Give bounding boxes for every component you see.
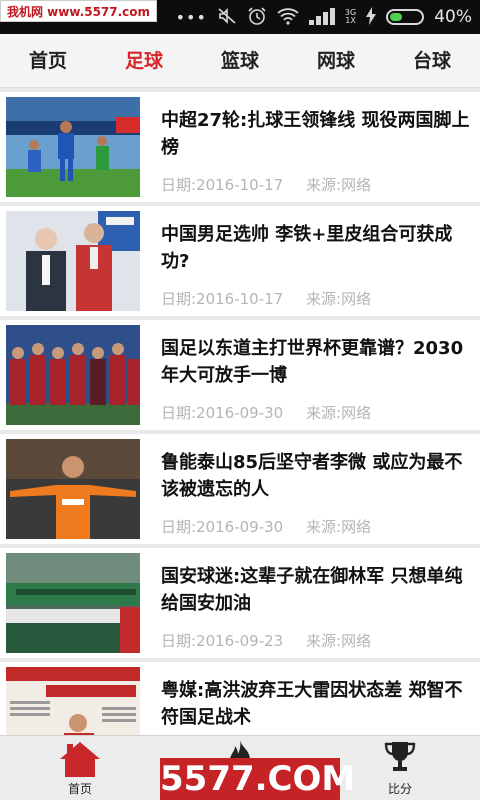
bottom-nav-home[interactable]: 首页 xyxy=(30,736,130,800)
news-item[interactable]: 中超27轮:扎球王领锋线 现役两国脚上榜 日期:2016-10-17 来源:网络 xyxy=(0,92,480,202)
news-source: 来源:网络 xyxy=(306,290,372,308)
status-icons: ••• 3G 1X 40% xyxy=(176,0,472,34)
news-item[interactable]: 粤媒:高洪波弃王大雷因状态差 郑智不符国足战术 xyxy=(0,662,480,735)
news-source: 来源:网络 xyxy=(306,632,372,650)
news-meta: 日期:2016-09-30 来源:网络 xyxy=(161,516,389,537)
news-thumbnail xyxy=(6,553,140,653)
tab-billiards[interactable]: 台球 xyxy=(384,34,480,87)
tab-tennis[interactable]: 网球 xyxy=(288,34,384,87)
news-thumbnail xyxy=(6,211,140,311)
battery-percent: 40% xyxy=(434,7,472,27)
news-item[interactable]: 中国男足选帅 李铁+里皮组合可获成功? 日期:2016-10-17 来源:网络 xyxy=(0,206,480,316)
news-meta: 日期:2016-10-17 来源:网络 xyxy=(161,288,389,309)
news-title: 粤媒:高洪波弃王大雷因状态差 郑智不符国足战术 xyxy=(161,680,463,728)
news-list: 中超27轮:扎球王领锋线 现役两国脚上榜 日期:2016-10-17 来源:网络… xyxy=(0,88,480,735)
news-item[interactable]: 国足以东道主打世界杯更靠谱？2030年大可放手一博 日期:2016-09-30 … xyxy=(0,320,480,430)
home-icon xyxy=(60,742,100,777)
news-meta: 日期:2016-09-23 来源:网络 xyxy=(161,630,389,651)
news-date: 日期:2016-09-23 xyxy=(161,632,284,650)
news-item[interactable]: 鲁能泰山85后坚守者李微 或应为最不该被遗忘的人 日期:2016-09-30 来… xyxy=(0,434,480,544)
news-thumbnail xyxy=(6,325,140,425)
charging-icon xyxy=(366,6,377,28)
news-source: 来源:网络 xyxy=(306,404,372,422)
more-dots-icon: ••• xyxy=(175,7,207,27)
news-title: 中超27轮:扎球王领锋线 现役两国脚上榜 xyxy=(161,110,470,158)
news-title: 中国男足选帅 李铁+里皮组合可获成功? xyxy=(161,224,453,272)
battery-fill xyxy=(390,13,403,21)
news-meta: 日期:2016-10-17 来源:网络 xyxy=(161,174,389,195)
news-date: 日期:2016-09-30 xyxy=(161,518,284,536)
news-thumbnail xyxy=(6,439,140,539)
news-source: 来源:网络 xyxy=(306,176,372,194)
alarm-icon xyxy=(247,6,267,29)
news-meta: 日期:2016-09-30 来源:网络 xyxy=(161,402,389,423)
wifi-icon xyxy=(277,7,299,28)
category-tabs: 首页 足球 篮球 网球 台球 xyxy=(0,34,480,88)
bottom-nav-score[interactable]: 比分 xyxy=(350,736,450,800)
bottom-nav-home-label: 首页 xyxy=(67,782,92,796)
news-title: 国足以东道主打世界杯更靠谱？2030年大可放手一博 xyxy=(161,338,464,386)
news-thumbnail xyxy=(6,97,140,197)
news-title: 国安球迷:这辈子就在御林军 只想单纯给国安加油 xyxy=(161,566,463,614)
tab-home[interactable]: 首页 xyxy=(0,34,96,87)
watermark-top: 我机网 www.5577.com xyxy=(0,0,158,22)
bottom-nav-score-label: 比分 xyxy=(387,782,412,796)
tab-basketball[interactable]: 篮球 xyxy=(192,34,288,87)
status-bar: 我机网 www.5577.com ••• 3G 1X 40% xyxy=(0,0,480,34)
battery-icon xyxy=(386,9,425,25)
mute-icon xyxy=(217,7,237,28)
news-date: 日期:2016-09-30 xyxy=(161,404,284,422)
trophy-icon xyxy=(384,742,416,771)
tab-football[interactable]: 足球 xyxy=(96,34,192,87)
watermark-bottom: 5577.COM xyxy=(160,758,356,800)
news-thumbnail xyxy=(6,667,140,735)
network-type: 3G 1X xyxy=(344,8,357,25)
news-item[interactable]: 国安球迷:这辈子就在御林军 只想单纯给国安加油 日期:2016-09-23 来源… xyxy=(0,548,480,658)
news-date: 日期:2016-10-17 xyxy=(161,290,284,308)
signal-icon xyxy=(308,7,335,28)
news-date: 日期:2016-10-17 xyxy=(161,176,284,194)
news-title: 鲁能泰山85后坚守者李微 或应为最不该被遗忘的人 xyxy=(161,452,463,500)
news-source: 来源:网络 xyxy=(306,518,372,536)
